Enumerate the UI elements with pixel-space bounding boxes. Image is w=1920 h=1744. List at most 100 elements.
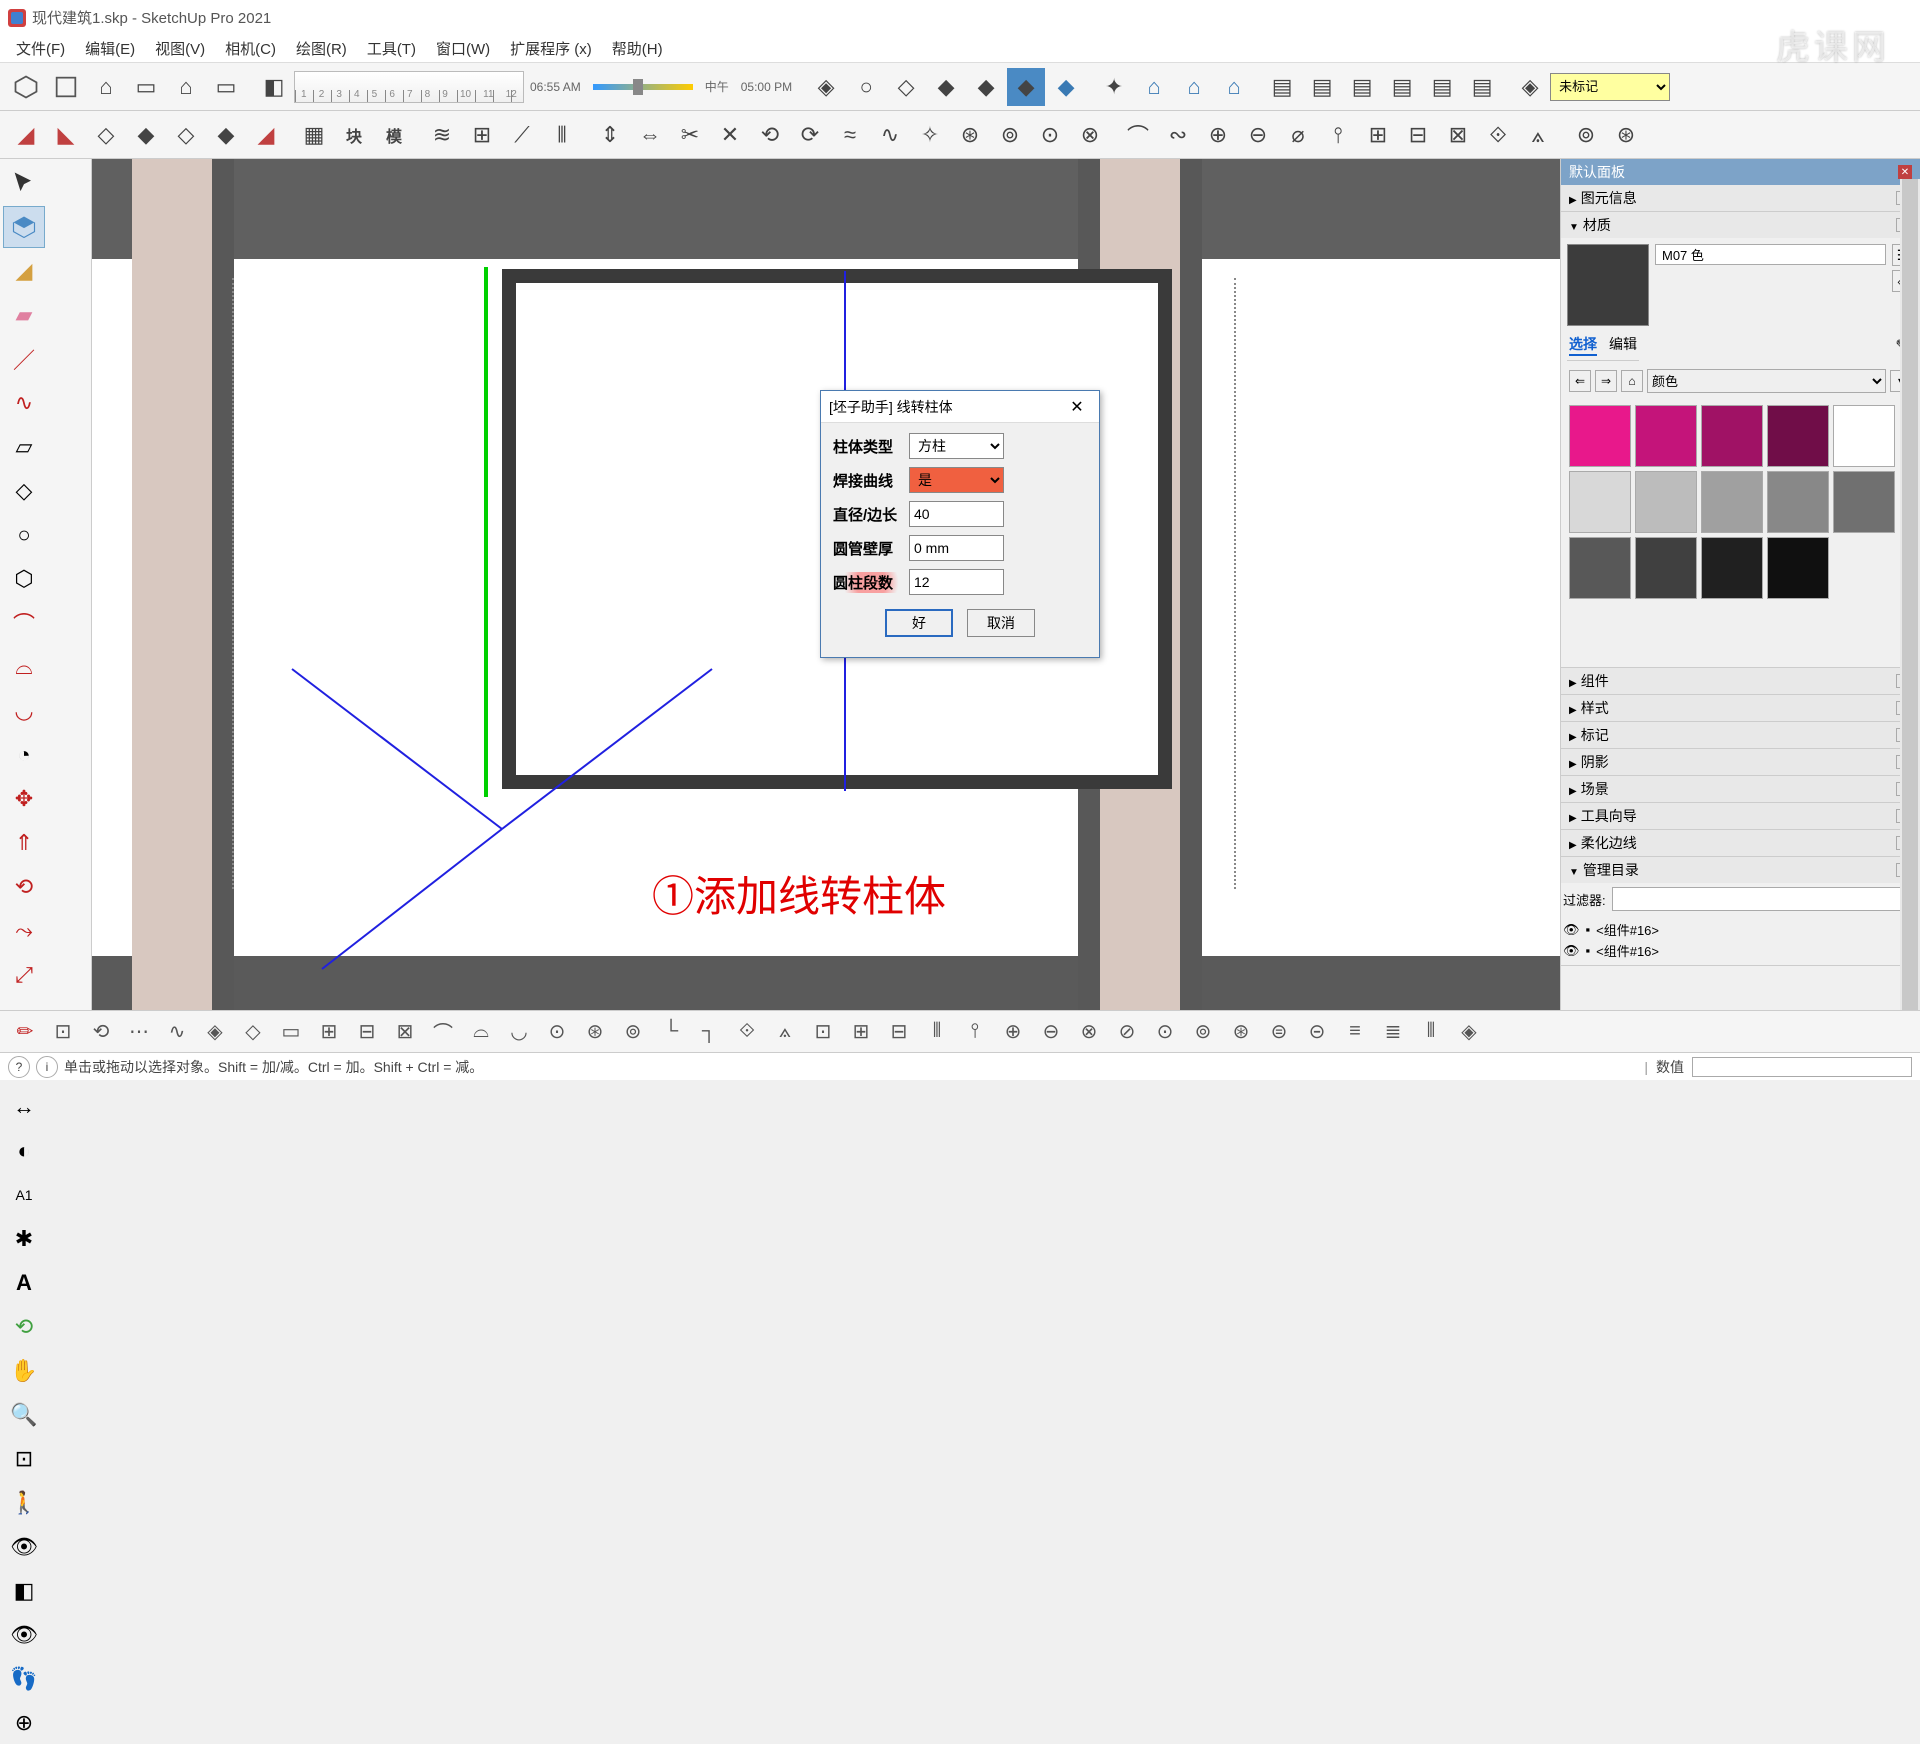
ext9-icon[interactable]: ⟲ [751, 116, 789, 154]
section-scenes[interactable]: ▶场景✕ [1561, 776, 1920, 802]
rect-rot-icon[interactable]: ◇ [3, 470, 45, 512]
nav-home-icon[interactable]: ⌂ [1621, 370, 1643, 392]
bt-icon[interactable]: ⊙ [539, 1015, 575, 1049]
style-edges-icon[interactable]: ◆ [1047, 68, 1085, 106]
rect-icon[interactable]: ▱ [3, 426, 45, 468]
move-icon[interactable]: ✥ [3, 778, 45, 820]
nav-back-icon[interactable]: ⇐ [1569, 370, 1591, 392]
measure-input[interactable] [1692, 1057, 1912, 1077]
polygon-icon[interactable]: ⬡ [3, 558, 45, 600]
line-icon[interactable]: ／ [3, 338, 45, 380]
iso-view-icon[interactable] [7, 68, 45, 106]
sandbox1-icon[interactable]: ◢ [7, 116, 45, 154]
bt-icon[interactable]: ≡ [1337, 1015, 1373, 1049]
ext2-icon[interactable]: ⊞ [463, 116, 501, 154]
bt-icon[interactable]: ⌓ [463, 1015, 499, 1049]
color-swatch[interactable] [1569, 537, 1631, 599]
color-swatch[interactable] [1767, 471, 1829, 533]
arc3-icon[interactable]: ◡ [3, 690, 45, 732]
section-tags[interactable]: ▶标记✕ [1561, 722, 1920, 748]
menu-help[interactable]: 帮助(H) [602, 38, 673, 59]
bt-icon[interactable]: ⊛ [577, 1015, 613, 1049]
sandbox6-icon[interactable]: ◆ [207, 116, 245, 154]
menu-window[interactable]: 窗口(W) [426, 38, 500, 59]
menu-draw[interactable]: 绘图(R) [286, 38, 357, 59]
eye-icon[interactable]: 👁 [1563, 943, 1580, 959]
color-swatch[interactable] [1701, 405, 1763, 467]
freehand-icon[interactable]: ∿ [3, 382, 45, 424]
followme-icon[interactable]: ⤳ [3, 910, 45, 952]
layers2-icon[interactable]: ▤ [1303, 68, 1341, 106]
ext28-icon[interactable]: ⟑ [1519, 116, 1557, 154]
layers3-icon[interactable]: ▤ [1343, 68, 1381, 106]
section-materials[interactable]: ▼材质 ✕ [1561, 212, 1920, 238]
ext11-icon[interactable]: ≈ [831, 116, 869, 154]
layer-select[interactable]: 未标记 [1550, 73, 1670, 101]
shadow-toggle-icon[interactable]: ◧ [255, 68, 293, 106]
select-all-icon[interactable] [3, 206, 45, 248]
tab-edit[interactable]: 编辑 [1609, 334, 1637, 356]
material-category-select[interactable]: 颜色 [1647, 369, 1886, 393]
ext15-icon[interactable]: ⊚ [991, 116, 1029, 154]
left-view-icon[interactable]: ▭ [207, 68, 245, 106]
info-icon[interactable]: i [36, 1056, 58, 1078]
sandbox3-icon[interactable]: ◇ [87, 116, 125, 154]
arc-icon[interactable]: ⌒ [3, 602, 45, 644]
ext24-icon[interactable]: ⊞ [1359, 116, 1397, 154]
bt-icon[interactable]: ⌒ [425, 1015, 461, 1049]
pie-icon[interactable]: ◔ [3, 734, 45, 776]
ext5-icon[interactable]: ⇕ [591, 116, 629, 154]
filter-input[interactable] [1612, 887, 1906, 911]
ext29-icon[interactable]: ⊚ [1567, 116, 1605, 154]
style-shaded-tex-icon[interactable]: ◆ [967, 68, 1005, 106]
select-weld[interactable]: 是 [909, 467, 1004, 493]
bt-icon[interactable]: ⊘ [1109, 1015, 1145, 1049]
tab-select[interactable]: 选择 [1569, 334, 1597, 356]
style-mono-icon[interactable]: ◆ [1007, 68, 1045, 106]
bt-icon[interactable]: ≣ [1375, 1015, 1411, 1049]
bt-icon[interactable]: ⫴ [1413, 1015, 1449, 1049]
input-wall[interactable] [909, 535, 1004, 561]
bt-icon[interactable]: ∿ [159, 1015, 195, 1049]
list-item[interactable]: 👁▪<组件#16>▾ [1563, 919, 1918, 940]
bt-icon[interactable]: ⟐ [729, 1015, 765, 1049]
style-shaded-icon[interactable]: ◆ [927, 68, 965, 106]
bt-icon[interactable]: ⊞ [843, 1015, 879, 1049]
bt-icon[interactable]: ◈ [1451, 1015, 1487, 1049]
section-soften[interactable]: ▶柔化边线✕ [1561, 830, 1920, 856]
help-icon[interactable]: ? [8, 1056, 30, 1078]
bt-icon[interactable]: ⋯ [121, 1015, 157, 1049]
ext8-icon[interactable]: ✕ [711, 116, 749, 154]
eraser-icon[interactable]: ◢ [3, 250, 45, 292]
scale-icon[interactable]: ⤢ [3, 954, 45, 996]
section-entity-info[interactable]: ▶图元信息 ✕ [1561, 185, 1920, 211]
sandbox2-icon[interactable]: ◣ [47, 116, 85, 154]
ext14-icon[interactable]: ⊛ [951, 116, 989, 154]
bt-icon[interactable]: ⊟ [881, 1015, 917, 1049]
rotate-icon[interactable]: ⟲ [3, 866, 45, 908]
bt-icon[interactable]: ⟑ [767, 1015, 803, 1049]
nav-fwd-icon[interactable]: ⇒ [1595, 370, 1617, 392]
bt-icon[interactable]: ⫯ [957, 1015, 993, 1049]
section-outliner[interactable]: ▼管理目录✕ [1561, 857, 1920, 883]
cn1-icon[interactable]: 块 [335, 116, 373, 154]
zoom-tool-icon[interactable]: 🔍 [3, 1394, 45, 1436]
material-name-input[interactable] [1655, 244, 1886, 265]
ext4-icon[interactable]: ⫴ [543, 116, 581, 154]
ext16-icon[interactable]: ⊙ [1031, 116, 1069, 154]
eye-icon[interactable]: 👁 [1563, 922, 1580, 938]
zoom-icon[interactable]: ⌂ [1175, 68, 1213, 106]
color-swatch[interactable] [1701, 471, 1763, 533]
zoom-ext-icon[interactable]: ⌂ [1215, 68, 1253, 106]
look2-icon[interactable]: ⊕ [3, 1702, 45, 1744]
ext17-icon[interactable]: ⊗ [1071, 116, 1109, 154]
color-swatch[interactable] [1635, 537, 1697, 599]
section-icon[interactable]: ◧ [3, 1570, 45, 1612]
bt-icon[interactable]: ◈ [197, 1015, 233, 1049]
section-shadows[interactable]: ▶阴影✕ [1561, 749, 1920, 775]
look-icon[interactable]: 👁 [3, 1526, 45, 1568]
walk-icon[interactable]: 🚶 [3, 1482, 45, 1524]
ext10-icon[interactable]: ⟳ [791, 116, 829, 154]
eraser2-icon[interactable]: ▰ [3, 294, 45, 336]
walk2-icon[interactable]: 👣 [3, 1658, 45, 1700]
